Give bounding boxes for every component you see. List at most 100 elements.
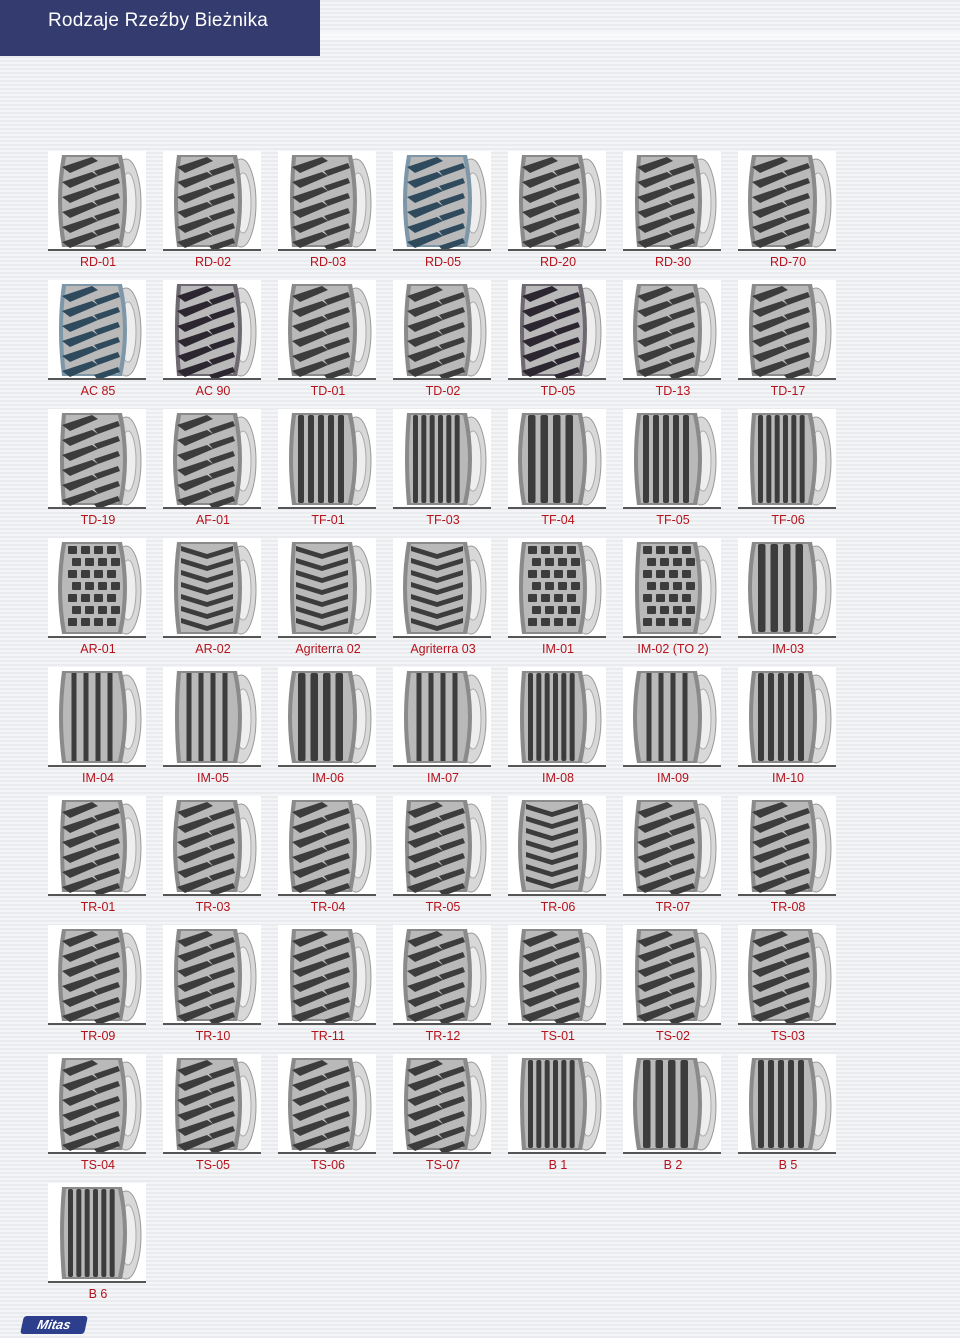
tire-photo: [48, 1054, 146, 1154]
tread-pattern-label: TR-12: [425, 1029, 461, 1043]
tire-photo: [393, 796, 491, 896]
tire-photo: [738, 280, 836, 380]
tire-image: [403, 155, 487, 249]
tire-image: [403, 542, 487, 635]
brand-logo: Mitas: [20, 1316, 88, 1334]
tire-image: [635, 542, 717, 635]
tread-pattern-item: TD-01: [278, 280, 378, 398]
tire-image: [520, 284, 602, 378]
tire-image: [635, 155, 717, 249]
tire-photo: [738, 409, 836, 509]
tread-pattern-item: AR-02: [163, 538, 263, 656]
tread-pattern-label: TR-06: [540, 900, 576, 914]
tire-image: [633, 1058, 717, 1151]
tread-pattern-label: RD-70: [769, 255, 807, 269]
tire-image: [288, 284, 372, 378]
tire-image: [60, 413, 142, 507]
tread-pattern-item: TD-13: [623, 280, 723, 398]
tread-pattern-item: B 2: [623, 1054, 723, 1172]
tire-image: [750, 413, 832, 506]
tire-photo: [48, 667, 146, 767]
tire-photo: [738, 151, 836, 251]
tread-pattern-item: AC 90: [163, 280, 263, 398]
tire-photo: [163, 667, 261, 767]
tread-pattern-label: IM-02 (TO 2): [637, 642, 709, 656]
tread-pattern-label: IM-06: [312, 771, 344, 785]
tread-pattern-label: TR-07: [655, 900, 691, 914]
tread-pattern-label: TF-06: [771, 513, 805, 527]
tire-photo: [623, 538, 721, 638]
tread-pattern-label: IM-08: [542, 771, 574, 785]
tread-pattern-label: Agriterra 02: [295, 642, 361, 656]
tread-pattern-label: Agriterra 03: [410, 642, 476, 656]
tire-image: [519, 929, 602, 1023]
tire-photo: [163, 925, 261, 1025]
tread-pattern-label: IM-10: [772, 771, 804, 785]
tire-photo: [163, 151, 261, 251]
tire-photo: [278, 1054, 376, 1154]
tire-photo: [393, 667, 491, 767]
tread-pattern-item: IM-05: [163, 667, 263, 785]
tread-pattern-label: B 5: [778, 1158, 798, 1172]
tread-pattern-label: TR-01: [80, 900, 116, 914]
tire-photo: [48, 1183, 146, 1283]
tire-image: [405, 800, 487, 894]
tire-photo: [48, 409, 146, 509]
tire-photo: [163, 538, 261, 638]
tire-photo: [163, 280, 261, 380]
tread-pattern-label: TD-13: [655, 384, 691, 398]
tire-photo: [623, 280, 721, 380]
tire-image: [59, 284, 142, 378]
tire-image: [59, 1058, 142, 1152]
tire-photo: [278, 280, 376, 380]
header-divider: [320, 32, 960, 40]
tread-pattern-label: B 2: [663, 1158, 683, 1172]
tire-photo: [278, 925, 376, 1025]
tread-pattern-item: TD-02: [393, 280, 493, 398]
tread-pattern-item: AF-01: [163, 409, 263, 527]
tire-photo: [163, 796, 261, 896]
tread-pattern-item: AC 85: [48, 280, 148, 398]
tire-photo: [48, 280, 146, 380]
tread-pattern-label: IM-09: [657, 771, 689, 785]
tire-photo: [48, 538, 146, 638]
tread-pattern-label: TF-03: [426, 513, 460, 527]
tire-photo: [508, 151, 606, 251]
tire-image: [290, 155, 372, 249]
tread-pattern-item: TF-06: [738, 409, 838, 527]
page-title: Rodzaje Rzeźby Bieżnika: [48, 10, 269, 31]
tread-pattern-item: B 5: [738, 1054, 838, 1172]
tire-photo: [738, 796, 836, 896]
tread-pattern-item: TS-03: [738, 925, 838, 1043]
tire-photo: [278, 409, 376, 509]
tire-photo: [48, 151, 146, 251]
tread-pattern-item: TR-07: [623, 796, 723, 914]
tread-pattern-label: TR-03: [195, 900, 231, 914]
tire-image: [174, 155, 257, 249]
tread-pattern-item: TS-06: [278, 1054, 378, 1172]
tread-pattern-label: TS-03: [770, 1029, 806, 1043]
tread-pattern-item: TS-02: [623, 925, 723, 1043]
tire-photo: [508, 280, 606, 380]
tread-pattern-grid: RD-01 RD-02 RD-03 RD-05 RD-20 RD-30 RD-70 AC 85…: [48, 151, 838, 1301]
tire-photo: [738, 925, 836, 1025]
tire-image: [520, 671, 602, 764]
tread-pattern-label: TF-05: [656, 513, 690, 527]
tire-image: [174, 542, 257, 635]
tire-photo: [48, 925, 146, 1025]
tire-image: [520, 1058, 602, 1151]
brand-logo-text: Mitas: [35, 1317, 73, 1332]
tire-photo: [393, 538, 491, 638]
tread-pattern-item: IM-10: [738, 667, 838, 785]
tire-image: [175, 671, 257, 764]
tread-pattern-label: RD-20: [539, 255, 577, 269]
tire-photo: [508, 796, 606, 896]
tread-pattern-item: RD-20: [508, 151, 608, 269]
tread-pattern-item: IM-08: [508, 667, 608, 785]
tire-photo: [508, 925, 606, 1025]
tread-pattern-label: TD-17: [770, 384, 806, 398]
tread-pattern-item: TS-05: [163, 1054, 263, 1172]
tire-photo: [278, 151, 376, 251]
tire-image: [405, 413, 487, 506]
tread-pattern-item: IM-07: [393, 667, 493, 785]
